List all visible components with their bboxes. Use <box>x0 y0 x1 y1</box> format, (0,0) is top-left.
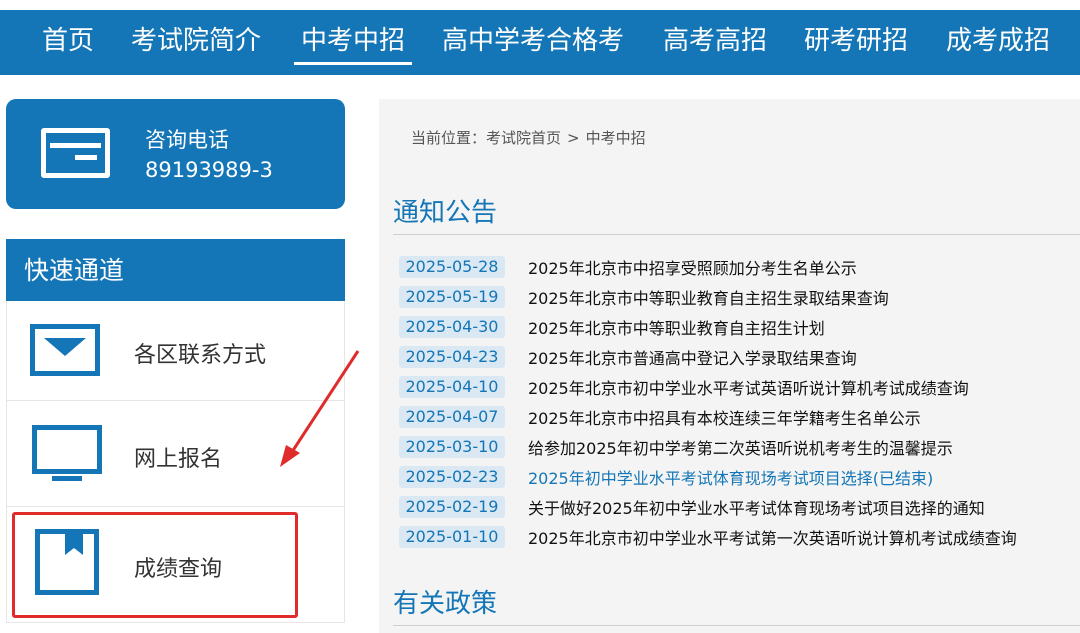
notice-link[interactable]: 2025年北京市中招具有本校连续三年学籍考生名单公示 <box>528 405 921 429</box>
nav-item-yankao[interactable]: 研考研招 <box>804 10 908 75</box>
notice-date: 2025-05-19 <box>399 286 505 308</box>
quick-access-header: 快速通道 <box>6 239 345 301</box>
notice-list: 2025-05-28 2025年北京市中招享受照顾加分考生名单公示 2025-0… <box>399 252 1079 552</box>
notice-item: 2025-04-23 2025年北京市普通高中登记入学录取结果查询 <box>399 342 1079 372</box>
notice-date: 2025-01-10 <box>399 526 505 548</box>
top-nav: 首页 考试院简介 中考中招 高中学考合格考 高考高招 研考研招 成考成招 <box>0 10 1080 75</box>
notice-item: 2025-03-10 给参加2025年初中学考第二次英语听说机考考生的温馨提示 <box>399 432 1079 462</box>
policies-title: 有关政策 <box>393 589 498 619</box>
notice-date: 2025-02-23 <box>399 466 505 488</box>
notice-date: 2025-04-07 <box>399 406 505 428</box>
notice-link[interactable]: 2025年初中学业水平考试体育现场考试项目选择(已结束) <box>528 465 933 489</box>
nav-item-home[interactable]: 首页 <box>42 10 94 75</box>
notice-item: 2025-05-28 2025年北京市中招享受照顾加分考生名单公示 <box>399 252 1079 282</box>
nav-item-chengkao[interactable]: 成考成招 <box>946 10 1050 75</box>
breadcrumb-home-link[interactable]: 考试院首页 <box>486 129 561 147</box>
notice-date: 2025-02-19 <box>399 496 505 518</box>
notice-date: 2025-04-10 <box>399 376 505 398</box>
notice-link[interactable]: 关于做好2025年初中学业水平考试体育现场考试项目选择的通知 <box>528 495 985 519</box>
nav-item-about[interactable]: 考试院简介 <box>131 10 261 75</box>
notice-item: 2025-01-10 2025年北京市初中学业水平考试第一次英语听说计算机考试成… <box>399 522 1079 552</box>
breadcrumb-current: 中考中招 <box>585 129 646 147</box>
notice-link[interactable]: 2025年北京市初中学业水平考试第一次英语听说计算机考试成绩查询 <box>528 525 1017 549</box>
notice-link[interactable]: 2025年北京市中等职业教育自主招生计划 <box>528 315 825 339</box>
notice-date: 2025-04-23 <box>399 346 505 368</box>
notice-date: 2025-05-28 <box>399 256 505 278</box>
highlight-annotation-box <box>12 512 298 618</box>
nav-item-gaokao[interactable]: 高考高招 <box>663 10 767 75</box>
nav-item-xuekao[interactable]: 高中学考合格考 <box>442 10 624 75</box>
page: 首页 考试院简介 中考中招 高中学考合格考 高考高招 研考研招 成考成招 咨询电… <box>0 0 1080 633</box>
red-arrow-annotation <box>280 350 360 467</box>
notice-item: 2025-02-19 关于做好2025年初中学业水平考试体育现场考试项目选择的通… <box>399 492 1079 522</box>
notice-item: 2025-04-30 2025年北京市中等职业教育自主招生计划 <box>399 312 1079 342</box>
main-content: 当前位置：考试院首页 > 中考中招 通知公告 2025-05-28 2025年北京市… <box>379 99 1080 633</box>
quick-item-label: 各区联系方式 <box>134 343 267 368</box>
notice-item: 2025-04-07 2025年北京市中招具有本校连续三年学籍考生名单公示 <box>399 402 1079 432</box>
quick-item-label: 网上报名 <box>134 447 223 472</box>
breadcrumb-prefix: 当前位置： <box>411 129 487 147</box>
phone-label: 咨询电话 <box>145 128 229 152</box>
notices-title: 通知公告 <box>393 198 498 228</box>
notice-link[interactable]: 2025年北京市中等职业教育自主招生录取结果查询 <box>528 285 889 309</box>
id-card-icon <box>41 128 110 178</box>
notice-item: 2025-05-19 2025年北京市中等职业教育自主招生录取结果查询 <box>399 282 1079 312</box>
notice-item: 2025-04-10 2025年北京市初中学业水平考试英语听说计算机考试成绩查询 <box>399 372 1079 402</box>
quick-access-title: 快速通道 <box>24 256 125 285</box>
notice-link[interactable]: 2025年北京市普通高中登记入学录取结果查询 <box>528 345 857 369</box>
notice-item: 2025-02-23 2025年初中学业水平考试体育现场考试项目选择(已结束) <box>399 462 1079 492</box>
notice-link[interactable]: 2025年北京市中招享受照顾加分考生名单公示 <box>528 255 857 279</box>
envelope-icon <box>30 324 100 376</box>
breadcrumb: 当前位置：考试院首页 > 中考中招 <box>411 127 646 148</box>
phone-number: 89193989-3 <box>145 158 273 182</box>
notice-link[interactable]: 2025年北京市初中学业水平考试英语听说计算机考试成绩查询 <box>528 375 969 399</box>
notice-date: 2025-03-10 <box>399 436 505 458</box>
breadcrumb-separator: > <box>567 129 580 147</box>
notices-divider <box>393 234 1080 235</box>
monitor-icon <box>32 425 102 481</box>
notice-date: 2025-04-30 <box>399 316 505 338</box>
notice-link[interactable]: 给参加2025年初中学考第二次英语听说机考考生的温馨提示 <box>528 435 953 459</box>
nav-item-zhongkao[interactable]: 中考中招 <box>293 10 413 75</box>
policies-divider <box>393 625 1080 626</box>
phone-info-box: 咨询电话 89193989-3 <box>6 99 345 209</box>
